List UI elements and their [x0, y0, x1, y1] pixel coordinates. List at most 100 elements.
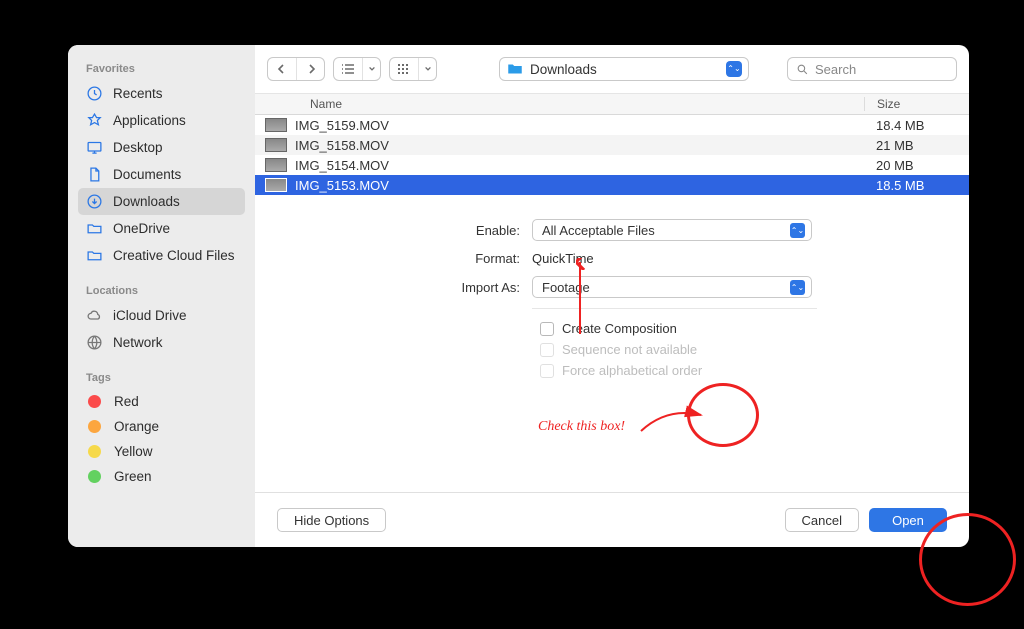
video-thumbnail-icon [265, 158, 287, 172]
toolbar: Downloads ⌃⌄ Search [255, 45, 969, 93]
file-row[interactable]: IMG_5154.MOV 20 MB [255, 155, 969, 175]
sidebar-item-network[interactable]: Network [78, 329, 245, 356]
hide-options-button[interactable]: Hide Options [277, 508, 386, 532]
open-button[interactable]: Open [869, 508, 947, 532]
sidebar-tag-red[interactable]: Red [78, 389, 245, 414]
video-thumbnail-icon [265, 178, 287, 192]
folder-icon [86, 220, 103, 237]
sidebar-item-label: Network [113, 335, 163, 350]
grid-view-icon [390, 58, 418, 80]
checkbox-label: Create Composition [562, 321, 677, 336]
file-name: IMG_5159.MOV [295, 118, 864, 133]
enable-label: Enable: [420, 223, 520, 238]
format-label: Format: [420, 251, 520, 266]
chevron-down-icon [362, 58, 380, 80]
search-placeholder: Search [815, 62, 856, 77]
sidebar-item-label: Creative Cloud Files [113, 248, 235, 263]
import-as-select[interactable]: Footage ⌃⌄ [532, 276, 812, 298]
column-name[interactable]: Name [255, 97, 864, 111]
sidebar-item-label: Orange [114, 419, 159, 434]
updown-caret-icon: ⌃⌄ [726, 61, 742, 77]
sidebar-item-label: Red [114, 394, 139, 409]
folder-icon [506, 60, 524, 78]
list-view-icon [334, 58, 362, 80]
file-size: 20 MB [864, 158, 969, 173]
import-options: Enable: All Acceptable Files ⌃⌄ Format: … [255, 195, 969, 394]
file-name: IMG_5153.MOV [295, 178, 864, 193]
main-panel: Downloads ⌃⌄ Search Name Size IMG_5159.M… [255, 45, 969, 547]
enable-value: All Acceptable Files [542, 223, 790, 238]
checkbox-label: Sequence not available [562, 342, 697, 357]
sidebar-item-label: Recents [113, 86, 163, 101]
sidebar-item-downloads[interactable]: Downloads [78, 188, 245, 215]
sidebar-tag-yellow[interactable]: Yellow [78, 439, 245, 464]
sidebar: Favorites Recents Applications Desktop D… [68, 45, 255, 547]
annotation-text: Check this box! [538, 419, 625, 435]
sidebar-item-onedrive[interactable]: OneDrive [78, 215, 245, 242]
column-size[interactable]: Size [864, 97, 969, 111]
tag-dot-icon [88, 470, 101, 483]
folder-icon [86, 247, 103, 264]
format-value: QuickTime [532, 251, 594, 266]
search-input[interactable]: Search [787, 57, 957, 81]
sidebar-item-label: Downloads [113, 194, 180, 209]
checkbox-label: Force alphabetical order [562, 363, 702, 378]
checkbox-icon [540, 343, 554, 357]
sidebar-section-tags: Tags [78, 368, 245, 389]
network-icon [86, 334, 103, 351]
sidebar-section-favorites: Favorites [78, 59, 245, 80]
tag-dot-icon [88, 420, 101, 433]
file-size: 21 MB [864, 138, 969, 153]
sidebar-item-label: Desktop [113, 140, 163, 155]
cloud-icon [86, 307, 103, 324]
sidebar-section-locations: Locations [78, 281, 245, 302]
sidebar-item-creative-cloud[interactable]: Creative Cloud Files [78, 242, 245, 269]
sidebar-item-recents[interactable]: Recents [78, 80, 245, 107]
file-row[interactable]: IMG_5158.MOV 21 MB [255, 135, 969, 155]
create-composition-checkbox[interactable]: Create Composition [540, 321, 939, 336]
file-row[interactable]: IMG_5159.MOV 18.4 MB [255, 115, 969, 135]
sidebar-item-label: Green [114, 469, 152, 484]
forward-button[interactable] [296, 58, 324, 80]
desktop-icon [86, 139, 103, 156]
file-open-dialog: Favorites Recents Applications Desktop D… [68, 45, 969, 547]
folder-dropdown[interactable]: Downloads ⌃⌄ [499, 57, 749, 81]
sidebar-item-documents[interactable]: Documents [78, 161, 245, 188]
sidebar-item-label: Yellow [114, 444, 153, 459]
sidebar-item-applications[interactable]: Applications [78, 107, 245, 134]
sidebar-tag-orange[interactable]: Orange [78, 414, 245, 439]
column-header: Name Size [255, 93, 969, 115]
sidebar-item-desktop[interactable]: Desktop [78, 134, 245, 161]
annotation-arrow-icon [637, 403, 707, 443]
document-icon [86, 166, 103, 183]
view-list-dropdown[interactable] [333, 57, 381, 81]
chevron-down-icon [418, 58, 436, 80]
tag-dot-icon [88, 445, 101, 458]
sidebar-item-label: Documents [113, 167, 181, 182]
updown-caret-icon: ⌃⌄ [790, 223, 805, 238]
file-list: IMG_5159.MOV 18.4 MB IMG_5158.MOV 21 MB … [255, 115, 969, 195]
tag-dot-icon [88, 395, 101, 408]
file-name: IMG_5154.MOV [295, 158, 864, 173]
video-thumbnail-icon [265, 138, 287, 152]
sidebar-item-label: OneDrive [113, 221, 170, 236]
import-as-label: Import As: [420, 280, 520, 295]
cancel-button[interactable]: Cancel [785, 508, 859, 532]
view-grid-dropdown[interactable] [389, 57, 437, 81]
enable-select[interactable]: All Acceptable Files ⌃⌄ [532, 219, 812, 241]
back-button[interactable] [268, 58, 296, 80]
sidebar-item-label: iCloud Drive [113, 308, 187, 323]
sidebar-item-icloud[interactable]: iCloud Drive [78, 302, 245, 329]
file-row-selected[interactable]: IMG_5153.MOV 18.5 MB [255, 175, 969, 195]
folder-name: Downloads [530, 62, 726, 77]
sequence-checkbox-disabled: Sequence not available [540, 342, 939, 357]
dialog-footer: Hide Options Cancel Open [255, 492, 969, 547]
force-alpha-checkbox-disabled: Force alphabetical order [540, 363, 939, 378]
sidebar-item-label: Applications [113, 113, 186, 128]
clock-icon [86, 85, 103, 102]
file-name: IMG_5158.MOV [295, 138, 864, 153]
file-size: 18.4 MB [864, 118, 969, 133]
sidebar-tag-green[interactable]: Green [78, 464, 245, 489]
checkbox-icon [540, 322, 554, 336]
updown-caret-icon: ⌃⌄ [790, 280, 805, 295]
